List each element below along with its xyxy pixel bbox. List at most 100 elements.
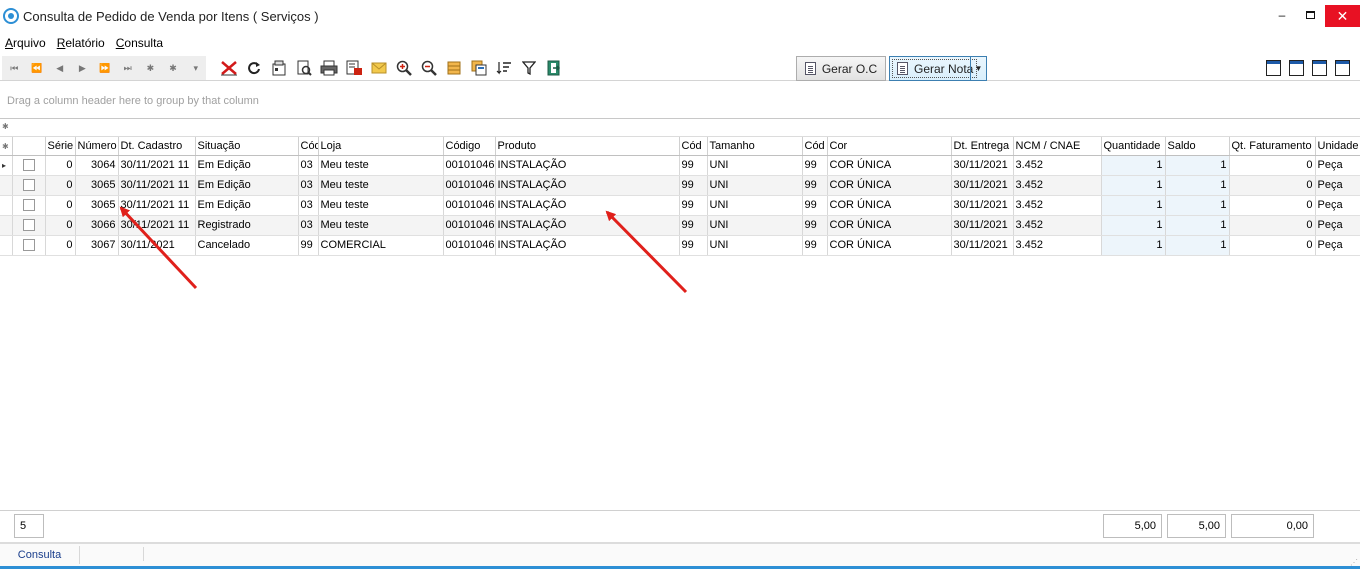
cell-quantidade[interactable]: 1 — [1101, 195, 1166, 216]
col-cod-tamanho-header[interactable]: Cód — [679, 137, 708, 156]
prev-record-button[interactable]: ◀ — [47, 63, 70, 74]
cell-tamanho[interactable]: UNI — [707, 235, 803, 256]
cell-situacao[interactable]: Registrado — [195, 215, 299, 236]
maximize-button[interactable] — [1293, 0, 1327, 30]
cell-loja[interactable]: Meu teste — [318, 195, 444, 216]
cell-loja[interactable]: Meu teste — [318, 215, 444, 236]
cell-serie[interactable]: 0 — [45, 215, 76, 236]
print-icon[interactable] — [316, 59, 341, 77]
gerar-nota-main[interactable]: Gerar Nota — [892, 59, 978, 78]
menu-arquivo[interactable]: Arquivo — [5, 36, 46, 54]
cell-dt-entrega[interactable]: 30/11/2021 — [951, 175, 1014, 196]
cell-saldo[interactable]: 1 — [1165, 175, 1230, 196]
cell-dt-entrega[interactable]: 30/11/2021 — [951, 155, 1014, 176]
group-by-panel[interactable]: Drag a column header here to group by th… — [0, 82, 1360, 119]
cell-tamanho[interactable]: UNI — [707, 155, 803, 176]
cell-saldo[interactable]: 1 — [1165, 215, 1230, 236]
cell-cod-tamanho[interactable]: 99 — [679, 155, 708, 176]
col-cod-cor-header[interactable]: Cód — [802, 137, 828, 156]
cell-codigo[interactable]: 00101046 — [443, 175, 496, 196]
cell-dt-cadastro[interactable]: 30/11/2021 — [118, 235, 196, 256]
filter-record-button[interactable]: ▾ — [183, 63, 206, 74]
col-codigo-header[interactable]: Código — [443, 137, 496, 156]
table-row[interactable]: 0 3065 30/11/2021 11 Em Edição 03 Meu teste 00… — [0, 175, 1360, 196]
cell-codigo[interactable]: 00101046 — [443, 195, 496, 216]
cell-serie[interactable]: 0 — [45, 235, 76, 256]
menu-relatorio[interactable]: Relatório — [57, 36, 105, 54]
cell-cod-tamanho[interactable]: 99 — [679, 235, 708, 256]
cell-tamanho[interactable]: UNI — [707, 175, 803, 196]
cell-unidade[interactable]: Peça — [1315, 175, 1360, 196]
cell-serie[interactable]: 0 — [45, 195, 76, 216]
cell-produto[interactable]: INSTALAÇÃO — [495, 195, 680, 216]
cell-cod-loja[interactable]: 03 — [298, 175, 319, 196]
cell-tamanho[interactable]: UNI — [707, 195, 803, 216]
row-checkbox[interactable] — [22, 239, 35, 252]
cell-cod-cor[interactable]: 99 — [802, 175, 828, 196]
cell-loja[interactable]: COMERCIAL — [318, 235, 444, 256]
col-select-header[interactable] — [12, 137, 46, 156]
cell-quantidade[interactable]: 1 — [1101, 155, 1166, 176]
col-saldo-header[interactable]: Saldo — [1165, 137, 1230, 156]
cell-saldo[interactable]: 1 — [1165, 195, 1230, 216]
email-icon[interactable] — [366, 59, 391, 77]
cell-dt-cadastro[interactable]: 30/11/2021 11 — [118, 175, 196, 196]
cell-serie[interactable]: 0 — [45, 175, 76, 196]
cell-numero[interactable]: 3065 — [75, 195, 119, 216]
properties-icon[interactable] — [266, 59, 291, 77]
cell-ncm[interactable]: 3.452 — [1013, 195, 1102, 216]
first-record-button[interactable]: ⏮ — [2, 63, 25, 74]
cell-codigo[interactable]: 00101046 — [443, 215, 496, 236]
col-cor-header[interactable]: Cor — [827, 137, 952, 156]
tab-consulta[interactable]: Consulta — [0, 546, 80, 564]
cell-quantidade[interactable]: 1 — [1101, 235, 1166, 256]
insert-record-button[interactable]: ✱ — [138, 63, 161, 74]
cell-cod-tamanho[interactable]: 99 — [679, 195, 708, 216]
cell-qt-faturamento[interactable]: 0 — [1229, 175, 1316, 196]
row-indicator[interactable] — [0, 215, 13, 236]
cell-dt-cadastro[interactable]: 30/11/2021 11 — [118, 155, 196, 176]
cell-dt-cadastro[interactable]: 30/11/2021 11 — [118, 215, 196, 236]
cell-produto[interactable]: INSTALAÇÃO — [495, 235, 680, 256]
cell-qt-faturamento[interactable]: 0 — [1229, 155, 1316, 176]
cell-numero[interactable]: 3065 — [75, 175, 119, 196]
cell-cod-cor[interactable]: 99 — [802, 235, 828, 256]
col-loja-header[interactable]: Loja — [318, 137, 444, 156]
cell-situacao[interactable]: Em Edição — [195, 175, 299, 196]
cell-numero[interactable]: 3067 — [75, 235, 119, 256]
row-checkbox[interactable] — [22, 159, 35, 172]
sort-icon[interactable] — [491, 59, 516, 77]
cell-situacao[interactable]: Em Edição — [195, 155, 299, 176]
row-checkbox[interactable] — [22, 199, 35, 212]
cell-qt-faturamento[interactable]: 0 — [1229, 215, 1316, 236]
cell-qt-faturamento[interactable]: 0 — [1229, 195, 1316, 216]
cell-numero[interactable]: 3066 — [75, 215, 119, 236]
cell-produto[interactable]: INSTALAÇÃO — [495, 175, 680, 196]
columns-icon[interactable] — [441, 59, 466, 77]
col-produto-header[interactable]: Produto — [495, 137, 680, 156]
cell-cod-cor[interactable]: 99 — [802, 195, 828, 216]
col-cod-loja-header[interactable]: Cód — [298, 137, 319, 156]
cell-produto[interactable]: INSTALAÇÃO — [495, 155, 680, 176]
cell-cod-cor[interactable]: 99 — [802, 155, 828, 176]
export-icon[interactable] — [341, 59, 366, 77]
row-indicator[interactable] — [0, 175, 13, 196]
cell-cod-tamanho[interactable]: 99 — [679, 175, 708, 196]
next-page-button[interactable]: ⏩ — [93, 63, 116, 74]
row-checkbox[interactable] — [22, 179, 35, 192]
view-form-icon[interactable] — [1266, 60, 1281, 76]
table-row[interactable]: 0 3067 30/11/2021 Cancelado 99 COMERCIAL 00101… — [0, 235, 1360, 256]
row-indicator[interactable]: ▸ — [0, 155, 13, 176]
col-ncm-header[interactable]: NCM / CNAE — [1013, 137, 1102, 156]
cell-qt-faturamento[interactable]: 0 — [1229, 235, 1316, 256]
table-row[interactable]: ▸ 0 3064 30/11/2021 11 Em Edição 03 Meu teste 0… — [0, 155, 1360, 176]
cell-codigo[interactable]: 00101046 — [443, 155, 496, 176]
cell-loja[interactable]: Meu teste — [318, 155, 444, 176]
last-record-button[interactable]: ⏭ — [115, 63, 138, 74]
cell-saldo[interactable]: 1 — [1165, 155, 1230, 176]
cell-ncm[interactable]: 3.452 — [1013, 155, 1102, 176]
col-situacao-header[interactable]: Situação — [195, 137, 299, 156]
cell-unidade[interactable]: Peça — [1315, 235, 1360, 256]
refresh-icon[interactable] — [241, 59, 266, 77]
cell-cor[interactable]: COR ÚNICA — [827, 175, 952, 196]
